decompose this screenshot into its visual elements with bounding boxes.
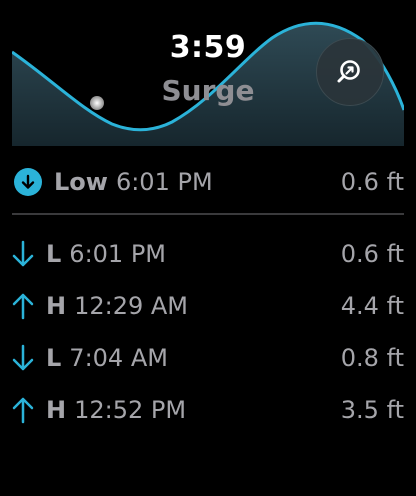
- tide-row[interactable]: H 12:52 PM 3.5 ft: [10, 384, 404, 436]
- current-tide-type: Low: [54, 168, 108, 196]
- magnifier-arrow-icon: [337, 60, 360, 83]
- tide-height: 0.6 ft: [340, 240, 404, 268]
- tide-time: 12:52 PM: [74, 396, 187, 424]
- down-arrow-icon: [10, 343, 36, 373]
- tide-list: L 6:01 PM 0.6 ft H 12:29 AM 4.4 ft L 7:0…: [10, 228, 404, 436]
- current-tide-height: 0.6 ft: [340, 168, 404, 196]
- tide-time: 7:04 AM: [69, 344, 168, 372]
- tide-height: 4.4 ft: [340, 292, 404, 320]
- zoom-button[interactable]: [316, 38, 384, 106]
- tide-row[interactable]: L 7:04 AM 0.8 ft: [10, 332, 404, 384]
- tide-row[interactable]: H 12:29 AM 4.4 ft: [10, 280, 404, 332]
- down-arrow-circle-icon: [14, 168, 42, 196]
- up-arrow-icon: [10, 395, 36, 425]
- tide-type: L: [46, 240, 62, 268]
- divider: [12, 213, 404, 215]
- tide-type: H: [46, 396, 67, 424]
- tide-time: 12:29 AM: [74, 292, 189, 320]
- up-arrow-icon: [10, 291, 36, 321]
- tide-row[interactable]: L 6:01 PM 0.6 ft: [10, 228, 404, 280]
- tide-type: L: [46, 344, 62, 372]
- current-tide-row[interactable]: Low 6:01 PM 0.6 ft: [14, 160, 404, 204]
- current-tide-time: 6:01 PM: [115, 168, 213, 196]
- tide-time: 6:01 PM: [69, 240, 166, 268]
- tide-height: 0.8 ft: [340, 344, 404, 372]
- down-arrow-icon: [10, 239, 36, 269]
- tide-height: 3.5 ft: [340, 396, 404, 424]
- tide-type: H: [46, 292, 67, 320]
